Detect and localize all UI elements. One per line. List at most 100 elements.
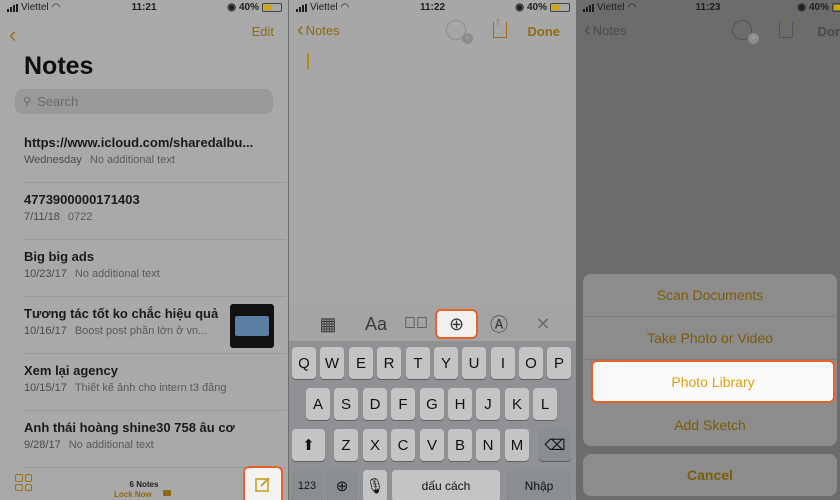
battery-icon xyxy=(550,3,570,12)
key[interactable]: Q xyxy=(292,347,316,379)
back-button[interactable]: ‹ Notes xyxy=(584,19,627,41)
key[interactable]: I xyxy=(491,347,515,379)
cancel-button[interactable]: Cancel xyxy=(583,454,837,496)
chevron-left-icon: ‹ xyxy=(297,19,304,41)
key[interactable]: T xyxy=(406,347,430,379)
battery-percent: 40% xyxy=(526,2,547,13)
key[interactable]: L xyxy=(533,388,557,420)
orientation-lock-icon: ◉ xyxy=(227,2,236,13)
format-toolbar: ▦ Aa ✓⃝ ⊕ Ⓐ ✕ xyxy=(289,305,576,341)
add-attachment-button[interactable]: ⊕ xyxy=(435,309,478,339)
lock-now-button[interactable]: Lock Now xyxy=(114,490,152,499)
text-cursor xyxy=(307,53,309,69)
note-item[interactable]: Tương tác tốt ko chắc hiệu quả 10/16/17 B… xyxy=(24,297,286,354)
note-snippet: Thiết kế ảnh cho intern t3 đăng xyxy=(74,382,227,394)
share-icon[interactable] xyxy=(493,14,507,38)
done-button[interactable]: Done xyxy=(528,24,561,39)
key[interactable]: N xyxy=(476,429,500,461)
note-item[interactable]: https://www.icloud.com/sharedalbu... Wed… xyxy=(24,126,286,183)
key[interactable]: X xyxy=(363,429,387,461)
key[interactable]: J xyxy=(476,388,500,420)
key[interactable]: S xyxy=(334,388,358,420)
key[interactable]: P xyxy=(547,347,571,379)
add-sketch-option[interactable]: Add Sketch xyxy=(583,403,837,446)
key[interactable]: E xyxy=(349,347,373,379)
sketch-icon[interactable]: Ⓐ xyxy=(486,309,512,339)
key[interactable]: B xyxy=(448,429,472,461)
back-button[interactable]: ‹ xyxy=(9,22,16,48)
key[interactable]: U xyxy=(462,347,486,379)
key[interactable]: W xyxy=(320,347,344,379)
status-bar: Viettel ◠ 11:23 ◉ 40% xyxy=(576,0,840,16)
key[interactable]: K xyxy=(505,388,529,420)
note-editor-screen: Viettel ◠ 11:22 ◉ 40% ‹Notes Done ▦ Aa ✓… xyxy=(289,0,576,500)
add-people-icon[interactable] xyxy=(446,20,473,44)
shift-icon: ⬆ xyxy=(302,437,315,454)
battery-percent: 40% xyxy=(808,2,829,13)
share-icon xyxy=(779,14,793,38)
globe-key[interactable]: ⊕ xyxy=(327,470,357,500)
attachment-menu-screen: Viettel ◠ 11:23 ◉ 40% ‹Notes Done Scan D… xyxy=(576,0,840,500)
battery-icon xyxy=(262,3,282,12)
shift-key[interactable]: ⬆ xyxy=(292,429,325,461)
add-people-icon xyxy=(732,20,759,44)
note-snippet: No additional text xyxy=(74,268,160,280)
compose-button[interactable] xyxy=(243,466,283,500)
note-title: Tương tác tốt ko chắc hiệu quả xyxy=(24,306,219,321)
key[interactable]: H xyxy=(448,388,472,420)
action-sheet: Scan Documents Take Photo or Video Photo… xyxy=(583,274,837,446)
back-button[interactable]: ‹ Notes xyxy=(297,19,340,41)
note-item[interactable]: 4773900000171403 7/11/18 0722 xyxy=(24,183,286,240)
key[interactable]: C xyxy=(391,429,415,461)
delete-key[interactable]: ⌫ xyxy=(539,429,571,461)
key[interactable]: Y xyxy=(434,347,458,379)
note-title: 4773900000171403 xyxy=(24,192,140,207)
format-button[interactable]: Aa xyxy=(361,309,391,339)
nav-bar: ‹Notes Done xyxy=(576,14,840,44)
key[interactable]: Z xyxy=(334,429,358,461)
key[interactable]: G xyxy=(420,388,444,420)
globe-icon: ⊕ xyxy=(335,478,349,495)
note-title: https://www.icloud.com/sharedalbu... xyxy=(24,135,254,150)
search-input[interactable]: ⚲ Search xyxy=(15,89,273,114)
scan-documents-option[interactable]: Scan Documents xyxy=(583,274,837,317)
note-snippet: No additional text xyxy=(89,154,175,166)
back-label: Notes xyxy=(592,22,627,38)
note-date: 9/28/17 xyxy=(24,439,61,451)
return-key[interactable]: Nhập xyxy=(507,470,571,500)
note-title: Xem lại agency xyxy=(24,363,118,378)
key[interactable]: M xyxy=(505,429,529,461)
edit-button[interactable]: Edit xyxy=(252,24,274,39)
table-icon[interactable]: ▦ xyxy=(315,309,341,339)
note-item[interactable]: Xem lại agency 10/15/17 Thiết kế ảnh cho … xyxy=(24,354,286,411)
key[interactable]: O xyxy=(519,347,543,379)
note-title: Big big ads xyxy=(24,249,95,264)
note-date: 10/16/17 xyxy=(24,325,67,337)
numbers-key[interactable]: 123 xyxy=(292,470,322,500)
dictation-key[interactable]: 🎙 xyxy=(363,470,387,500)
key[interactable]: D xyxy=(363,388,387,420)
take-photo-option[interactable]: Take Photo or Video xyxy=(583,317,837,360)
cancel-group: Cancel xyxy=(583,454,837,496)
close-icon[interactable]: ✕ xyxy=(532,309,554,339)
key[interactable]: A xyxy=(306,388,330,420)
orientation-lock-icon: ◉ xyxy=(797,2,806,13)
key[interactable]: R xyxy=(377,347,401,379)
key[interactable]: F xyxy=(391,388,415,420)
note-date: 10/15/17 xyxy=(24,382,67,394)
photo-library-option[interactable]: Photo Library xyxy=(591,360,835,403)
search-icon: ⚲ xyxy=(23,96,32,108)
note-date: 10/23/17 xyxy=(24,268,67,280)
note-date: Wednesday xyxy=(24,154,82,166)
space-key[interactable]: dấu cách xyxy=(392,470,500,500)
key[interactable]: V xyxy=(420,429,444,461)
note-item[interactable]: Big big ads 10/23/17 No additional text xyxy=(24,240,286,297)
battery-percent: 40% xyxy=(238,2,259,13)
done-button: Done xyxy=(817,24,840,39)
chevron-left-icon: ‹ xyxy=(584,19,591,41)
note-snippet: No additional text xyxy=(68,439,154,451)
status-bar: Viettel ◠ 11:21 ◉ 40% xyxy=(0,0,288,16)
page-title: Notes xyxy=(24,52,94,80)
keyboard: Q W E R T Y U I O P A S D F G H J K L ⬆ … xyxy=(289,341,576,500)
checklist-icon[interactable]: ✓⃝ xyxy=(403,309,429,339)
